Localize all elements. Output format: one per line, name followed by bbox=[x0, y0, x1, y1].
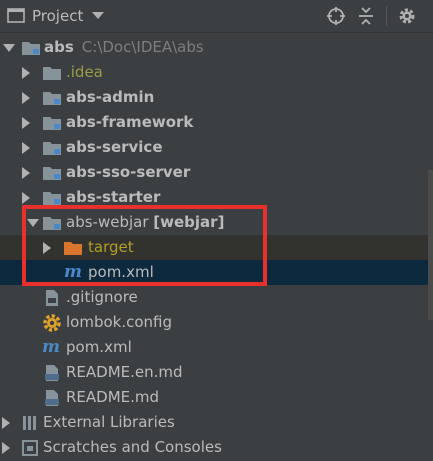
collapse-arrow-icon[interactable] bbox=[3, 44, 15, 52]
project-icon bbox=[7, 8, 25, 23]
locate-target-icon[interactable] bbox=[326, 6, 346, 26]
tree-row-module[interactable]: abs-admin bbox=[0, 85, 433, 110]
gitignore-file-icon bbox=[46, 290, 58, 306]
root-name: abs bbox=[44, 38, 74, 56]
tree-row-file[interactable]: lombok.config bbox=[0, 310, 433, 335]
tree-row-module[interactable]: abs-service bbox=[0, 135, 433, 160]
module-folder-icon bbox=[22, 42, 40, 55]
markdown-file-icon bbox=[45, 365, 59, 381]
tree-label-file: lombok.config bbox=[66, 313, 173, 331]
markdown-file-icon bbox=[45, 390, 59, 406]
expand-arrow-icon[interactable] bbox=[22, 167, 30, 179]
webjar-name: abs-webjar bbox=[66, 213, 149, 231]
expand-arrow-icon[interactable] bbox=[22, 192, 30, 204]
tree-row-webjar[interactable]: abs-webjar [webjar] bbox=[0, 210, 433, 235]
tree-row-idea[interactable]: .idea bbox=[0, 60, 433, 85]
tree-row-file[interactable]: README.md bbox=[0, 385, 433, 410]
tree-label-module: abs-starter bbox=[66, 188, 161, 206]
module-folder-icon bbox=[43, 117, 61, 130]
tree-row-file[interactable]: README.en.md bbox=[0, 360, 433, 385]
tree-label-file: README.en.md bbox=[66, 363, 183, 381]
maven-icon: m bbox=[42, 337, 60, 357]
expand-arrow-icon[interactable] bbox=[22, 142, 30, 154]
view-dropdown-icon[interactable] bbox=[92, 12, 104, 19]
folder-icon bbox=[43, 67, 61, 80]
tree-row-file[interactable]: m pom.xml bbox=[0, 335, 433, 360]
expand-arrow-icon[interactable] bbox=[22, 92, 30, 104]
tree-label-module: abs-sso-server bbox=[66, 163, 191, 181]
expand-arrow-icon[interactable] bbox=[22, 117, 30, 129]
tree-row-external-libraries[interactable]: External Libraries bbox=[0, 410, 433, 435]
expand-arrow-icon[interactable] bbox=[43, 242, 51, 254]
tree-label-module: abs-service bbox=[66, 138, 163, 156]
expand-arrow-icon[interactable] bbox=[2, 442, 10, 454]
tree-label-file: pom.xml bbox=[66, 338, 132, 356]
tree-label-module: abs-admin bbox=[66, 88, 155, 106]
module-folder-icon bbox=[43, 192, 61, 205]
view-title[interactable]: Project bbox=[32, 7, 83, 25]
tree-row-root[interactable]: abs C:\Doc\IDEA\abs bbox=[0, 35, 433, 60]
tree-row-module[interactable]: abs-framework bbox=[0, 110, 433, 135]
tree-row-module[interactable]: abs-sso-server bbox=[0, 160, 433, 185]
module-folder-icon bbox=[43, 217, 61, 230]
tree-label-module: abs-framework bbox=[66, 113, 194, 131]
project-toolwindow-header: Project bbox=[0, 0, 433, 33]
excluded-folder-icon bbox=[64, 242, 82, 255]
module-folder-icon bbox=[43, 92, 61, 105]
maven-icon: m bbox=[64, 262, 82, 282]
library-icon bbox=[23, 416, 36, 430]
module-folder-icon bbox=[43, 167, 61, 180]
tree-row-file[interactable]: .gitignore bbox=[0, 285, 433, 310]
gear-icon[interactable] bbox=[397, 6, 417, 26]
tree-row-target[interactable]: target bbox=[0, 235, 433, 260]
vertical-scrollbar[interactable] bbox=[428, 170, 433, 320]
expand-arrow-icon[interactable] bbox=[2, 417, 10, 429]
module-folder-icon bbox=[43, 142, 61, 155]
tree-label-webjar: abs-webjar [webjar] bbox=[66, 213, 224, 231]
tree-row-scratches[interactable]: Scratches and Consoles bbox=[0, 435, 433, 460]
expand-arrow-icon[interactable] bbox=[22, 67, 30, 79]
project-tree: abs C:\Doc\IDEA\abs .idea abs-admin abs-f… bbox=[0, 33, 433, 461]
tree-label-root: abs C:\Doc\IDEA\abs bbox=[44, 38, 204, 56]
tree-label-scratches: Scratches and Consoles bbox=[43, 438, 222, 456]
scratches-icon bbox=[22, 440, 38, 456]
tree-label-file: README.md bbox=[66, 388, 160, 406]
tree-label-webjar-pom: pom.xml bbox=[88, 263, 154, 281]
tree-row-webjar-pom[interactable]: m pom.xml bbox=[0, 260, 433, 285]
tree-label-file: .gitignore bbox=[66, 288, 138, 306]
tree-label-target: target bbox=[88, 238, 134, 256]
collapse-arrow-icon[interactable] bbox=[27, 219, 39, 227]
tree-label-idea: .idea bbox=[66, 63, 103, 81]
webjar-tag: [webjar] bbox=[153, 213, 225, 231]
config-gear-icon bbox=[43, 314, 61, 332]
root-path: C:\Doc\IDEA\abs bbox=[81, 38, 204, 56]
collapse-all-icon[interactable] bbox=[356, 6, 376, 26]
header-separator bbox=[386, 6, 387, 26]
tree-label-external-libraries: External Libraries bbox=[43, 413, 175, 431]
tree-row-module[interactable]: abs-starter bbox=[0, 185, 433, 210]
